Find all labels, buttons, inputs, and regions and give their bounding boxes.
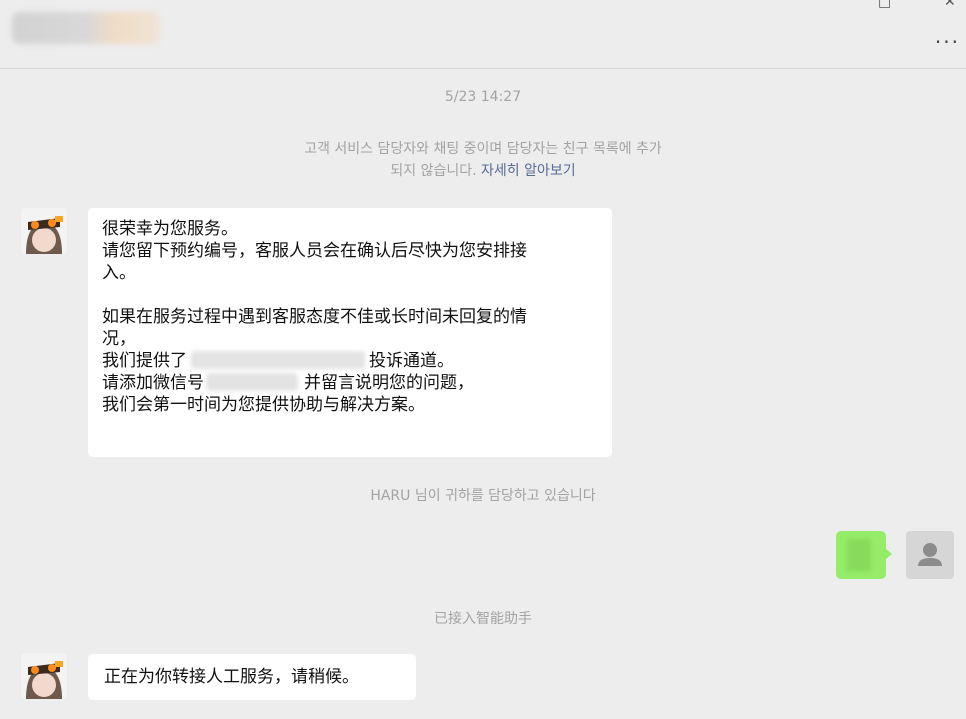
more-options-icon[interactable]: ... xyxy=(935,24,960,48)
message-text: 请添加微信号 xyxy=(102,373,204,393)
message-line: 正在为你转接人工服务，请稍候。 xyxy=(104,667,359,687)
service-notice: 고객 서비스 담당자와 채팅 중이며 담당자는 친구 목록에 추가 되지 않습니… xyxy=(0,138,966,182)
message-text: 我们提供了 xyxy=(102,351,187,371)
agent-avatar-icon xyxy=(21,653,67,699)
learn-more-link[interactable]: 자세히 알아보기 xyxy=(481,163,576,179)
minimize-icon[interactable]: □ xyxy=(878,0,891,10)
redacted-content xyxy=(847,539,871,571)
redacted-text xyxy=(191,351,365,369)
agent-avatar[interactable] xyxy=(21,653,67,699)
agent-avatar[interactable] xyxy=(21,208,67,254)
redacted-text xyxy=(206,373,298,391)
message-line: 我们提供了 投诉通道。 xyxy=(102,350,598,372)
message-line: 入。 xyxy=(102,263,136,283)
self-avatar[interactable] xyxy=(906,531,954,579)
timestamp: 5/23 14:27 xyxy=(444,89,522,105)
assistant-connected-notice: 已接入智能助手 xyxy=(434,611,532,627)
close-icon[interactable]: ✕ xyxy=(944,0,956,10)
message-line: 我们会第一时间为您提供协助与解决方案。 xyxy=(102,395,425,415)
chat-header: □ ✕ ... xyxy=(0,0,966,69)
agent-message-bubble: 很荣幸为您服务。 请您留下预约编号，客服人员会在确认后尽快为您安排接 入。 如果… xyxy=(88,208,612,457)
message-line: 请您留下预约编号，客服人员会在确认后尽快为您安排接 xyxy=(102,241,527,261)
user-placeholder-icon xyxy=(918,543,942,566)
agent-message-bubble: 正在为你转接人工服务，请稍候。 xyxy=(88,654,416,700)
agent-assigned-notice: HARU 님이 귀하를 담당하고 있습니다 xyxy=(370,488,596,504)
contact-name-blurred xyxy=(12,12,160,44)
message-line: 很荣幸为您服务。 xyxy=(102,219,238,239)
message-line: 请添加微信号 并留言说明您的问题， xyxy=(102,372,598,394)
message-text: 投诉通道。 xyxy=(369,351,454,371)
agent-avatar-icon xyxy=(21,208,67,254)
service-notice-text2: 되지 않습니다. xyxy=(390,163,477,179)
self-message-bubble[interactable] xyxy=(836,531,892,579)
message-text: 并留言说明您的问题， xyxy=(304,373,474,393)
message-line: 况， xyxy=(102,329,136,349)
message-line: 如果在服务过程中遇到客服态度不佳或长时间未回复的情 xyxy=(102,307,527,327)
service-notice-text: 고객 서비스 담당자와 채팅 중이며 담당자는 친구 목록에 추가 xyxy=(304,141,662,157)
